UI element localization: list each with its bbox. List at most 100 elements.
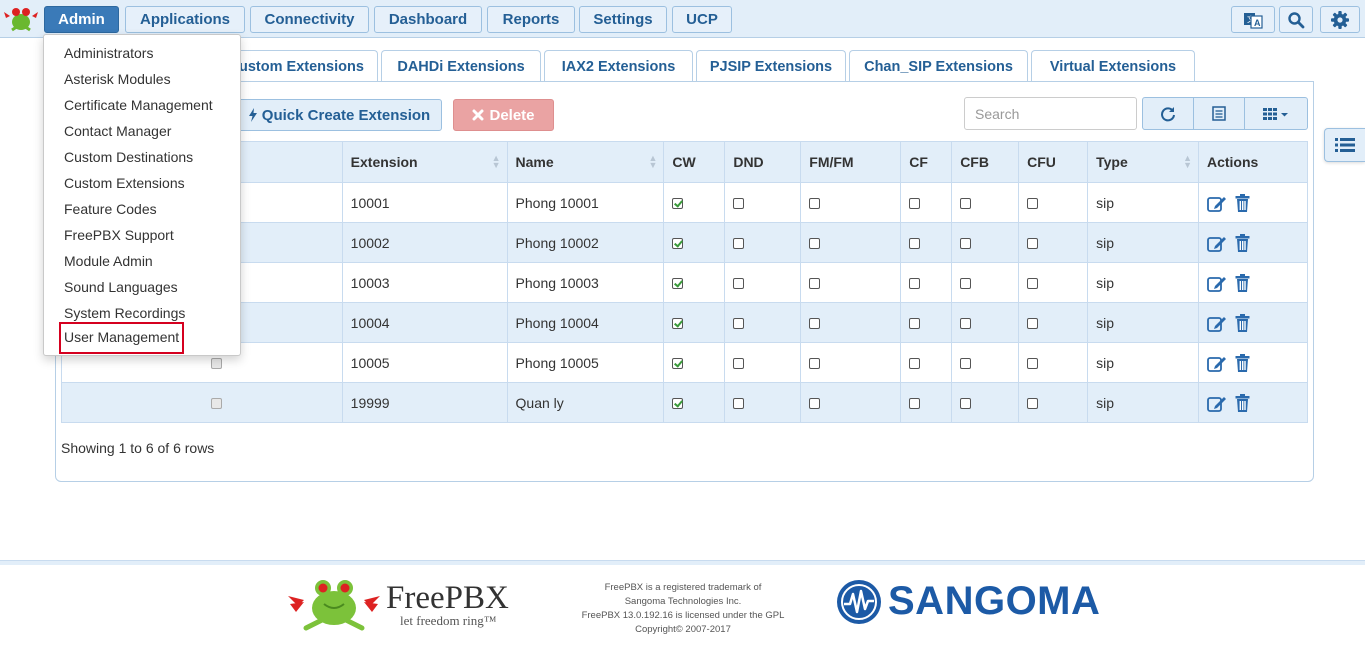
column-header-label: CF: [909, 154, 928, 170]
cfb-checkbox[interactable]: [960, 358, 972, 370]
freepbx-frog-logo-icon[interactable]: [2, 4, 40, 34]
nav-connectivity[interactable]: Connectivity: [250, 6, 369, 33]
cfb-checkbox[interactable]: [960, 398, 972, 410]
edit-icon[interactable]: [1207, 234, 1227, 252]
column-header-extension[interactable]: Extension ▲ ▼: [341, 141, 508, 183]
edit-icon[interactable]: [1207, 194, 1227, 212]
cf-checkbox[interactable]: [909, 358, 921, 370]
type-cell: sip: [1087, 262, 1199, 303]
tab-dahdi-extensions[interactable]: DAHDi Extensions: [381, 50, 541, 82]
menu-item-administrators[interactable]: Administrators: [64, 42, 153, 64]
menu-item-custom-destinations[interactable]: Custom Destinations: [64, 146, 193, 168]
menu-item-custom-extensions[interactable]: Custom Extensions: [64, 172, 185, 194]
cf-checkbox[interactable]: [909, 398, 921, 410]
cw-checkbox[interactable]: [672, 358, 684, 370]
dnd-checkbox[interactable]: [733, 398, 745, 410]
fmfm-checkbox[interactable]: [809, 358, 821, 370]
cfb-checkbox[interactable]: [960, 198, 972, 210]
cfb-checkbox[interactable]: [960, 278, 972, 290]
trash-icon[interactable]: [1235, 393, 1250, 412]
cw-checkbox[interactable]: [672, 198, 684, 210]
edit-icon[interactable]: [1207, 314, 1227, 332]
cfu-checkbox[interactable]: [1027, 318, 1039, 330]
cfu-checkbox[interactable]: [1027, 358, 1039, 370]
delete-button[interactable]: Delete: [453, 99, 554, 131]
edit-icon[interactable]: [1207, 394, 1227, 412]
tab-virtual-extensions[interactable]: Virtual Extensions: [1031, 50, 1195, 82]
cfu-cell: [1018, 302, 1089, 343]
menu-item-sound-languages[interactable]: Sound Languages: [64, 276, 178, 298]
refresh-button[interactable]: [1143, 98, 1194, 129]
tab-chan-sip-extensions[interactable]: Chan_SIP Extensions: [849, 50, 1028, 82]
columns-dropdown-button[interactable]: [1245, 98, 1307, 129]
nav-reports[interactable]: Reports: [487, 6, 575, 33]
fmfm-checkbox[interactable]: [809, 198, 821, 210]
language-button[interactable]: 文 A: [1231, 6, 1275, 33]
dnd-checkbox[interactable]: [733, 358, 745, 370]
side-list-toggle[interactable]: [1324, 128, 1365, 162]
fmfm-checkbox[interactable]: [809, 278, 821, 290]
menu-item-system-recordings[interactable]: System Recordings: [64, 302, 185, 324]
cw-checkbox[interactable]: [672, 278, 684, 290]
menu-item-asterisk-modules[interactable]: Asterisk Modules: [64, 68, 171, 90]
cf-checkbox[interactable]: [909, 278, 921, 290]
menu-item-feature-codes[interactable]: Feature Codes: [64, 198, 157, 220]
edit-icon[interactable]: [1207, 354, 1227, 372]
tab-pjsip-extensions[interactable]: PJSIP Extensions: [696, 50, 846, 82]
cfu-checkbox[interactable]: [1027, 278, 1039, 290]
column-header-fmfm: FM/FM: [800, 141, 902, 183]
search-button[interactable]: [1279, 6, 1313, 33]
nav-settings[interactable]: Settings: [579, 6, 667, 33]
trash-icon[interactable]: [1235, 273, 1250, 292]
cfb-checkbox[interactable]: [960, 238, 972, 250]
nav-applications[interactable]: Applications: [125, 6, 245, 33]
menu-item-contact-manager[interactable]: Contact Manager: [64, 120, 171, 142]
nav-ucp[interactable]: UCP: [672, 6, 732, 33]
menu-item-certificate-management[interactable]: Certificate Management: [64, 94, 213, 116]
toggle-view-button[interactable]: [1194, 98, 1245, 129]
quick-create-extension-button[interactable]: Quick Create Extension: [236, 99, 442, 131]
cw-checkbox[interactable]: [672, 398, 684, 410]
cw-checkbox[interactable]: [672, 238, 684, 250]
type-cell: sip: [1087, 302, 1199, 343]
cf-checkbox[interactable]: [909, 318, 921, 330]
trash-icon[interactable]: [1235, 313, 1250, 332]
cfb-checkbox[interactable]: [960, 318, 972, 330]
menu-item-user-management[interactable]: User Management: [58, 322, 185, 354]
column-header-name[interactable]: Name ▲ ▼: [506, 141, 665, 183]
column-header-type[interactable]: Type ▲ ▼: [1087, 141, 1199, 183]
sort-icon: ▲ ▼: [648, 153, 658, 170]
extension-cell: 10004: [341, 302, 508, 343]
cw-checkbox[interactable]: [672, 318, 684, 330]
nav-ucp-label: UCP: [686, 11, 718, 28]
tab-iax2-extensions[interactable]: IAX2 Extensions: [544, 50, 693, 82]
cfu-checkbox[interactable]: [1027, 398, 1039, 410]
search-input[interactable]: [964, 97, 1137, 130]
trash-icon[interactable]: [1235, 233, 1250, 252]
cf-checkbox[interactable]: [909, 198, 921, 210]
sort-icon: ▲ ▼: [491, 153, 501, 170]
menu-item-module-admin[interactable]: Module Admin: [64, 250, 153, 272]
menu-item-freepbx-support[interactable]: FreePBX Support: [64, 224, 174, 246]
dnd-checkbox[interactable]: [733, 198, 745, 210]
extension-cell: 10001: [341, 182, 508, 223]
row-select-checkbox[interactable]: [211, 398, 223, 410]
fmfm-checkbox[interactable]: [809, 238, 821, 250]
nav-dashboard[interactable]: Dashboard: [374, 6, 482, 33]
cfu-checkbox[interactable]: [1027, 238, 1039, 250]
dnd-checkbox[interactable]: [733, 278, 745, 290]
settings-button[interactable]: [1320, 6, 1360, 33]
nav-admin[interactable]: Admin: [44, 6, 119, 33]
cfu-checkbox[interactable]: [1027, 198, 1039, 210]
fmfm-checkbox[interactable]: [809, 318, 821, 330]
fmfm-checkbox[interactable]: [809, 398, 821, 410]
dnd-checkbox[interactable]: [733, 318, 745, 330]
edit-icon[interactable]: [1207, 274, 1227, 292]
trash-icon[interactable]: [1235, 193, 1250, 212]
trash-icon[interactable]: [1235, 353, 1250, 372]
legal-line: Copyright© 2007-2017: [635, 624, 731, 635]
tab-custom-extensions[interactable]: ustom Extensions: [222, 50, 378, 82]
cf-checkbox[interactable]: [909, 238, 921, 250]
row-select-checkbox[interactable]: [211, 358, 223, 370]
dnd-checkbox[interactable]: [733, 238, 745, 250]
